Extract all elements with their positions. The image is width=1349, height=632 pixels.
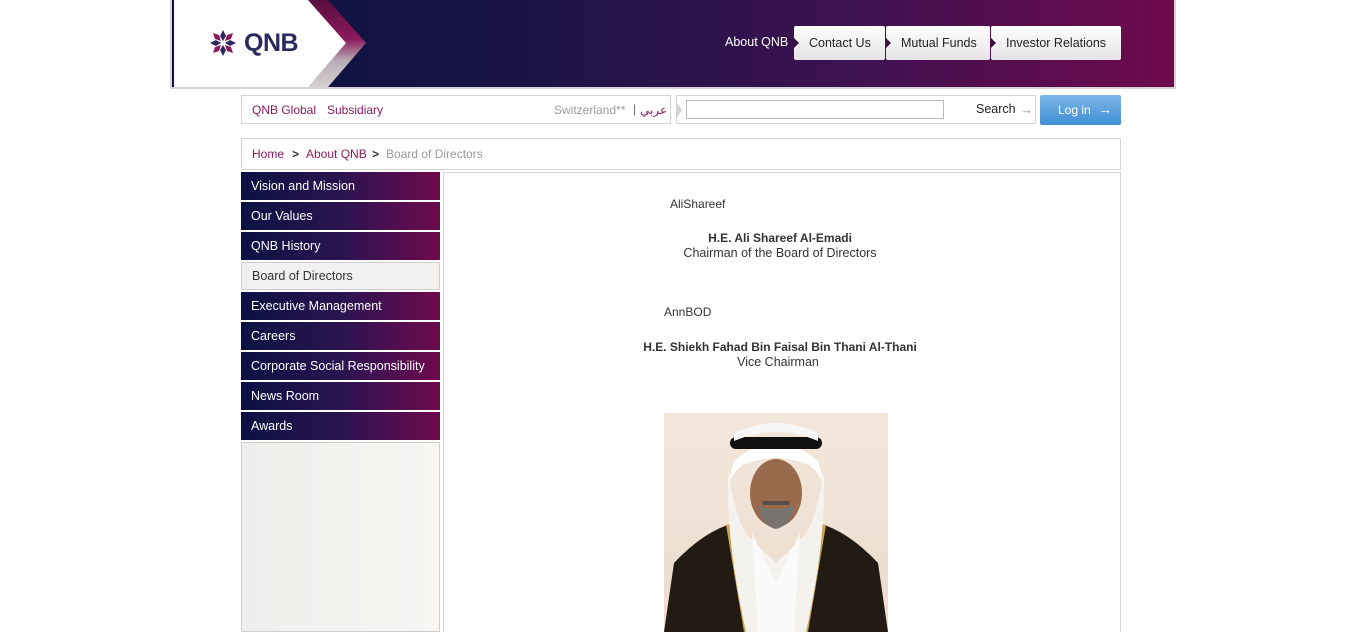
sidebar-item-board-of-directors[interactable]: Board of Directors	[241, 262, 440, 290]
nav-tab-contact-us[interactable]: Contact Us	[794, 26, 885, 60]
sidebar-item-label: QNB History	[251, 239, 321, 253]
member-image-alt: AliShareef	[670, 197, 726, 211]
language-separator: |	[633, 102, 637, 116]
sidebar-item-label: Awards	[251, 419, 293, 433]
arrow-right-icon[interactable]: →	[1020, 102, 1033, 117]
nav-about-qnb[interactable]: About QNB	[725, 35, 788, 49]
sidebar-item-label: Vision and Mission	[251, 179, 355, 193]
tab-arrow-icon	[991, 38, 996, 48]
member-name: H.E. Ali Shareef Al-Emadi	[708, 231, 852, 245]
qnb-logo[interactable]: QNB	[208, 28, 299, 58]
sidebar-item-executive-management[interactable]: Executive Management	[241, 292, 440, 320]
nav-tab-label: Investor Relations	[1006, 36, 1107, 50]
sidebar-item-vision-and-mission[interactable]: Vision and Mission	[241, 172, 440, 200]
nav-tab-label: Mutual Funds	[901, 36, 977, 50]
nav-tab-investor-relations[interactable]: Investor Relations	[991, 26, 1121, 60]
site-header: QNB About QNB Contact Us Mutual Funds In…	[170, 0, 1176, 89]
sidebar-filler-panel	[241, 442, 440, 632]
sidebar-item-label: Board of Directors	[252, 269, 353, 283]
sidebar-item-label: Our Values	[251, 209, 313, 223]
member-name: H.E. Shiekh Fahad Bin Faisal Bin Thani A…	[643, 340, 917, 354]
qnb-logo-icon	[210, 30, 236, 56]
search-button-label[interactable]: Search	[976, 102, 1016, 116]
login-button[interactable]: Log in →	[1040, 95, 1121, 125]
login-button-label: Log in	[1058, 103, 1091, 117]
subsidiary-link[interactable]: Subsidiary	[327, 103, 383, 117]
sidebar-item-label: Executive Management	[251, 299, 382, 313]
breadcrumb-separator: >	[372, 147, 380, 161]
arabic-language-link[interactable]: عربي	[640, 103, 667, 117]
logo-wordmark: QNB	[244, 28, 299, 57]
tab-arrow-icon	[794, 38, 799, 48]
tab-arrow-icon	[886, 38, 891, 48]
sidebar-item-careers[interactable]: Careers	[241, 322, 440, 350]
sidebar-item-label: Careers	[251, 329, 296, 343]
qnb-global-link[interactable]: QNB Global	[252, 103, 316, 117]
breadcrumb-home[interactable]: Home	[252, 147, 284, 161]
nav-tab-mutual-funds[interactable]: Mutual Funds	[886, 26, 990, 60]
sidebar-item-news-room[interactable]: News Room	[241, 382, 440, 410]
member-image-alt: AnnBOD	[664, 305, 712, 319]
member-role: Vice Chairman	[737, 355, 819, 369]
member-role: Chairman of the Board of Directors	[683, 246, 877, 260]
portrait-illustration	[664, 423, 888, 632]
sidebar-item-corporate-social-responsibility[interactable]: Corporate Social Responsibility	[241, 352, 440, 380]
site-switcher-bar: QNB Global Subsidiary Switzerland** | عر…	[241, 95, 671, 124]
breadcrumb-current: Board of Directors	[386, 147, 483, 161]
breadcrumb-separator: >	[292, 147, 300, 161]
arrow-right-icon: →	[1098, 101, 1112, 117]
search-bar-chevron	[676, 101, 682, 119]
country-label: Switzerland**	[554, 103, 626, 117]
sidebar-item-awards[interactable]: Awards	[241, 412, 440, 440]
sidebar-item-qnb-history[interactable]: QNB History	[241, 232, 440, 260]
search-input[interactable]	[686, 100, 944, 119]
nav-tab-label: Contact Us	[809, 36, 871, 50]
board-member-photo	[664, 413, 888, 632]
breadcrumb: Home > About QNB > Board of Directors	[241, 138, 1121, 170]
sidebar-item-label: News Room	[251, 389, 320, 403]
sidebar-item-our-values[interactable]: Our Values	[241, 202, 440, 230]
sidebar-item-label: Corporate Social Responsibility	[251, 359, 425, 373]
search-bar: Search →	[676, 95, 1036, 124]
breadcrumb-about-qnb[interactable]: About QNB	[306, 147, 367, 161]
